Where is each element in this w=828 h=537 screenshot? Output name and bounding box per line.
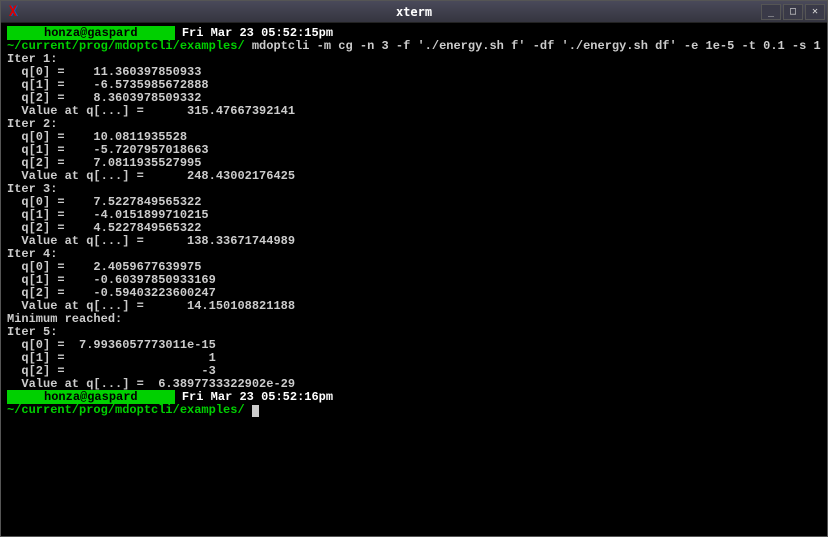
prompt2-userhost: honza@gaspard <box>7 390 175 404</box>
command-output: Iter 1: q[0] = 11.360397850933 q[1] = -6… <box>7 52 295 391</box>
close-button[interactable]: ✕ <box>805 4 825 20</box>
prompt-userhost: honza@gaspard <box>7 26 175 40</box>
xterm-window: X xterm _ □ ✕ honza@gaspard Fri Mar 23 0… <box>0 0 828 537</box>
prompt-datetime: Fri Mar 23 05:52:15pm <box>182 26 333 40</box>
window-controls: _ □ ✕ <box>761 4 825 20</box>
prompt2-path: ~/current/prog/mdoptcli/examples/ <box>7 403 245 417</box>
minimize-button[interactable]: _ <box>761 4 781 20</box>
xterm-icon: X <box>5 4 21 20</box>
command-text: mdoptcli -m cg -n 3 -f './energy.sh f' -… <box>252 39 827 53</box>
titlebar[interactable]: X xterm _ □ ✕ <box>1 1 827 23</box>
terminal-area[interactable]: honza@gaspard Fri Mar 23 05:52:15pm ~/cu… <box>1 23 827 536</box>
maximize-button[interactable]: □ <box>783 4 803 20</box>
prompt2-datetime: Fri Mar 23 05:52:16pm <box>182 390 333 404</box>
titlebar-left: X <box>3 4 21 20</box>
cursor <box>252 405 259 417</box>
prompt-path: ~/current/prog/mdoptcli/examples/ <box>7 39 245 53</box>
window-title: xterm <box>396 5 432 19</box>
